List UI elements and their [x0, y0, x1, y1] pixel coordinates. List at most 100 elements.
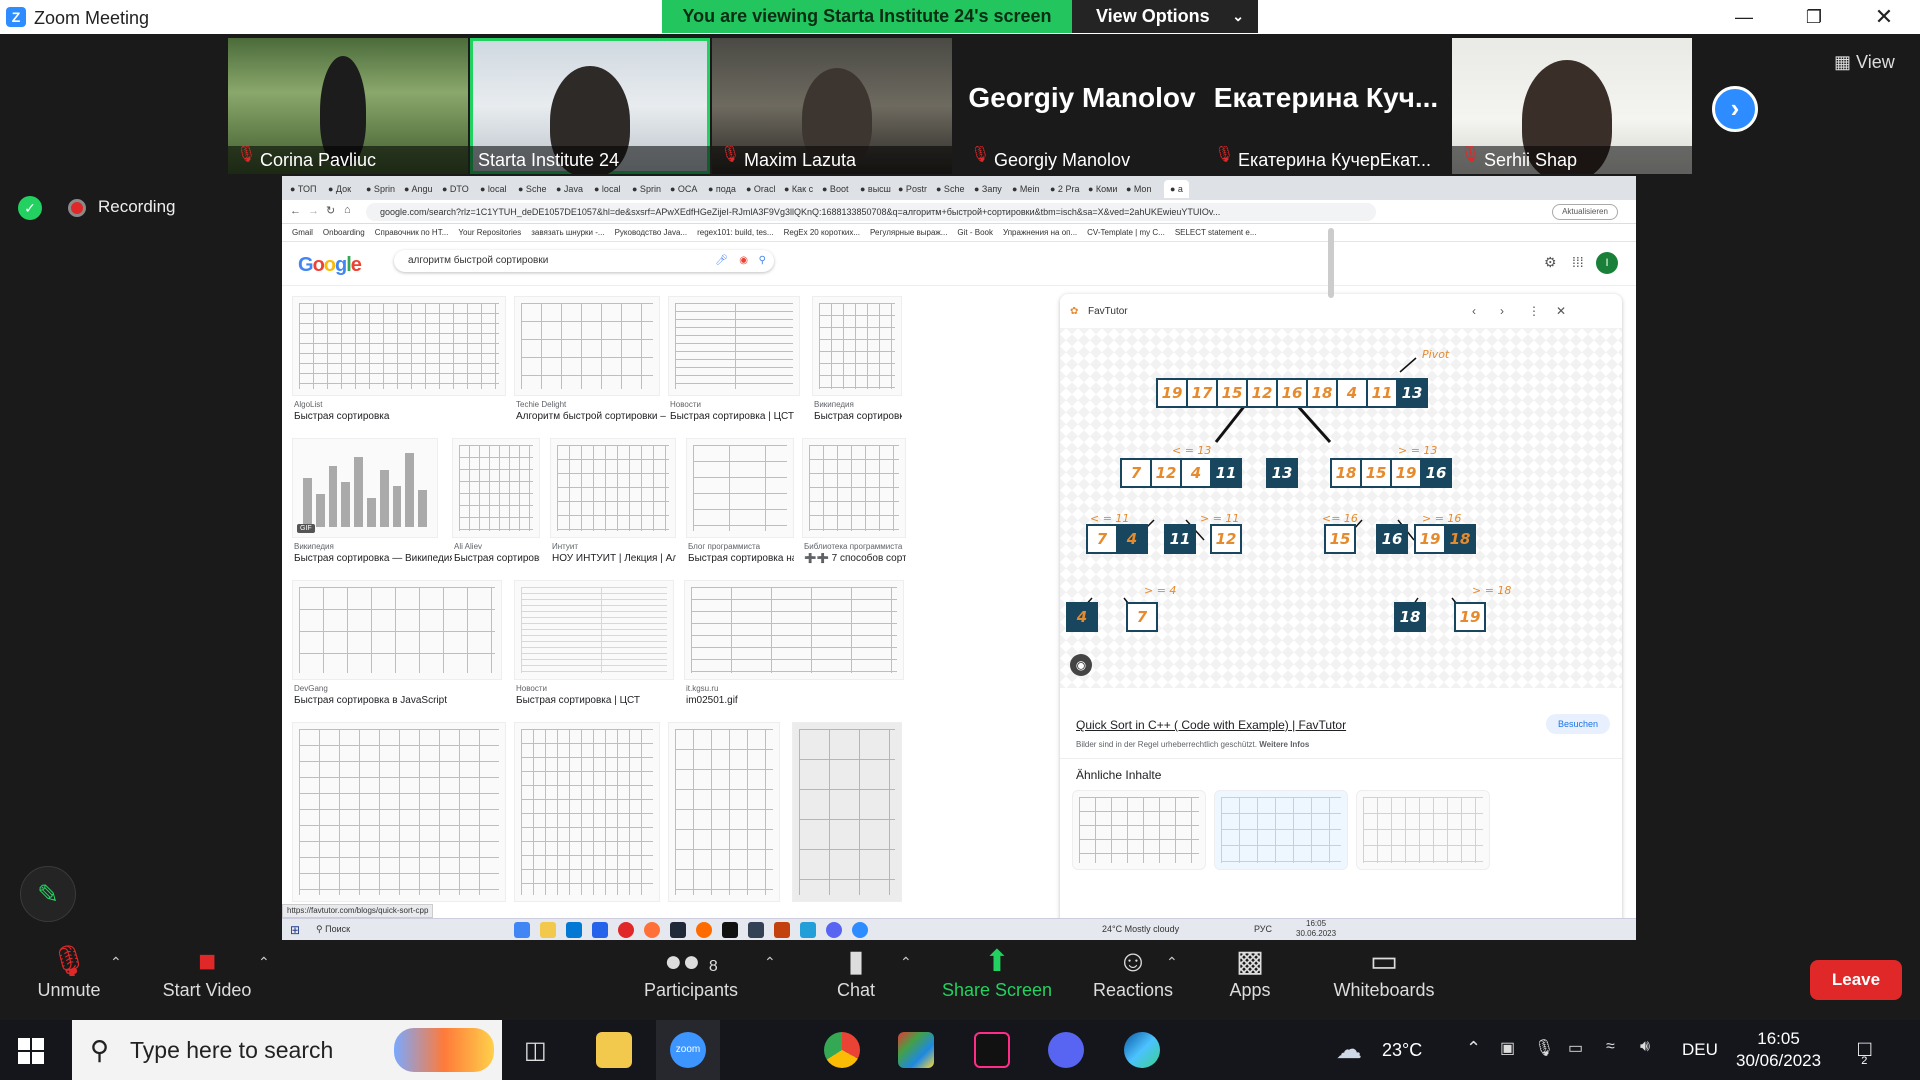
browser-tab[interactable]: ● Angu [404, 180, 432, 198]
reactions-caret-icon[interactable]: ⌃ [1166, 954, 1178, 971]
lens-icon[interactable]: ◉ [739, 250, 748, 272]
image-result[interactable]: Ali Aliev Быстрая сортировк... [452, 438, 540, 568]
url-field[interactable]: google.com/search?rlz=1C1YTUH_deDE1057DE… [366, 203, 1376, 221]
google-search-input[interactable]: алгоритм быстрой сортировки 🎤︎ ◉ ⚲ [394, 250, 774, 272]
similar-thumbnail[interactable] [1072, 790, 1206, 870]
bookmark-item[interactable]: Руководство Java... [615, 224, 688, 242]
microphone-icon[interactable]: 🎙︎ [1534, 1038, 1554, 1058]
shared-search[interactable]: ⚲ Поиск [316, 924, 350, 935]
image-result[interactable] [292, 722, 506, 902]
annotate-pencil-icon[interactable]: ✎ [20, 866, 76, 922]
similar-thumbnail[interactable] [1214, 790, 1348, 870]
browser-tab[interactable]: ● Boot [822, 180, 848, 198]
image-result[interactable]: Новости Быстрая сортировка | ЦСТ [514, 580, 674, 710]
image-result[interactable] [792, 722, 902, 902]
security-shield-icon[interactable]: ✓ [18, 196, 42, 220]
minimize-icon[interactable]: — [1724, 4, 1764, 30]
chat-button[interactable]: ▮ Chat [826, 940, 886, 1020]
search-icon[interactable]: ⚲ [759, 250, 766, 272]
language-indicator[interactable]: DEU [1682, 1040, 1718, 1060]
image-result[interactable]: Новости Быстрая сортировка | ЦСТ [668, 296, 800, 426]
image-result[interactable]: AlgoList Быстрая сортировка [292, 296, 506, 426]
apps-button[interactable]: ▩ Apps [1220, 940, 1280, 1020]
account-avatar[interactable]: I [1596, 252, 1618, 274]
visit-button[interactable]: Besuchen [1546, 714, 1610, 734]
apps-grid-icon[interactable]: ⁞⁞⁞ [1572, 254, 1584, 270]
browser-tab[interactable]: ● ТОП [290, 180, 317, 198]
prev-icon[interactable]: ‹ [1472, 304, 1476, 318]
image-result[interactable]: Блог программиста Быстрая сортировка на … [686, 438, 794, 568]
bookmark-item[interactable]: Справочник по HT... [375, 224, 449, 242]
opera-icon[interactable] [618, 922, 634, 938]
file-explorer-icon[interactable] [596, 1032, 632, 1068]
discord-icon[interactable] [826, 922, 842, 938]
image-result[interactable]: Библиотека программиста ➕➕ 7 способов со… [802, 438, 906, 568]
participant-tile[interactable]: 🎙︎ Serhii Shap [1452, 38, 1692, 174]
scrollbar-thumb[interactable] [1328, 228, 1334, 298]
restore-icon[interactable]: ❐ [1794, 4, 1834, 30]
next-icon[interactable]: › [1500, 304, 1504, 318]
browser-tab[interactable]: ● local [480, 180, 506, 198]
battery-icon[interactable]: ▭ [1568, 1038, 1583, 1058]
bookmark-item[interactable]: CV-Template | my C... [1087, 224, 1165, 242]
mail-icon[interactable] [592, 922, 608, 938]
browser-tab[interactable]: ● OCA [670, 180, 697, 198]
temperature[interactable]: 23°C [1382, 1040, 1422, 1061]
start-video-button[interactable]: ■ Start Video [152, 940, 262, 1020]
panel-source[interactable]: FavTutor [1088, 306, 1128, 317]
vs-icon[interactable] [748, 922, 764, 938]
image-result[interactable]: it.kgsu.ru im02501.gif [684, 580, 904, 710]
postman-icon[interactable] [696, 922, 712, 938]
browser-tab[interactable]: ● Oracl [746, 180, 775, 198]
intellij-icon[interactable] [974, 1032, 1010, 1068]
participants-button[interactable]: ●● 8 Participants [636, 940, 746, 1020]
notifications-icon[interactable]: □2 [1858, 1036, 1877, 1067]
bookmark-item[interactable]: RegEx 20 коротких... [784, 224, 860, 242]
taskbar-search[interactable]: ⚲ Type here to search [72, 1020, 502, 1080]
participant-tile[interactable]: Екатерина Куч... 🎙︎ Екатерина КучерЕкат..… [1206, 38, 1446, 174]
browser-tab[interactable]: ● Java [556, 180, 583, 198]
image-result[interactable]: Интуит НОУ ИНТУИТ | Лекция | Алго... [550, 438, 676, 568]
next-page-arrow-icon[interactable]: › [1712, 86, 1758, 132]
view-button[interactable]: ▦ View [1834, 52, 1895, 73]
whiteboards-button[interactable]: ▭ Whiteboards [1326, 940, 1442, 1020]
browser-tab[interactable]: ● высш [860, 180, 891, 198]
telegram-icon[interactable] [800, 922, 816, 938]
browser-tab[interactable]: ● Коми [1088, 180, 1117, 198]
browser-tab[interactable]: ● Док [328, 180, 351, 198]
image-result[interactable]: Википедия Быстрая сортировк... [812, 296, 902, 426]
panel-title-link[interactable]: Quick Sort in C++ ( Code with Example) |… [1076, 718, 1346, 732]
update-button[interactable]: Aktualisieren [1552, 204, 1618, 220]
task-view-icon[interactable]: ◫ [524, 1036, 547, 1065]
view-options-button[interactable]: View Options ⌄ [1072, 0, 1258, 33]
bookmark-item[interactable]: regex101: build, tes... [697, 224, 774, 242]
app-icon[interactable] [670, 922, 686, 938]
browser-tab[interactable]: ● local [594, 180, 620, 198]
taskbar-clock[interactable]: 16:05 30/06/2023 [1736, 1028, 1821, 1072]
folder-icon[interactable] [540, 922, 556, 938]
forward-icon[interactable]: → [308, 205, 319, 217]
chrome-icon[interactable] [514, 922, 530, 938]
settings-gear-icon[interactable]: ⚙ [1544, 254, 1557, 271]
close-panel-icon[interactable]: ✕ [1556, 304, 1566, 318]
lens-search-icon[interactable]: ◉ [1070, 654, 1092, 676]
participant-tile[interactable]: 🎙︎ Maxim Lazuta [712, 38, 952, 174]
participant-tile[interactable]: 🎙︎ Corina Pavliuc [228, 38, 468, 174]
bookmark-item[interactable]: завязать шнурки -... [531, 224, 604, 242]
zoom-icon[interactable] [852, 922, 868, 938]
store-icon[interactable] [566, 922, 582, 938]
google-logo[interactable]: Google [298, 254, 362, 277]
browser-tab[interactable]: ● Sche [936, 180, 964, 198]
bookmark-item[interactable]: Your Repositories [458, 224, 521, 242]
unmute-button[interactable]: 🎙︎ Unmute [26, 940, 112, 1020]
image-result[interactable] [514, 722, 660, 902]
browser-tab[interactable]: ● 2 Pra [1050, 180, 1079, 198]
voice-search-icon[interactable]: 🎤︎ [715, 250, 728, 272]
audio-options-caret-icon[interactable]: ⌃ [110, 954, 122, 971]
volume-icon[interactable]: 🔊︎ [1640, 1038, 1650, 1056]
app-icon[interactable] [898, 1032, 934, 1068]
browser-tab[interactable]: ● Sche [518, 180, 546, 198]
more-icon[interactable]: ⋮ [1528, 304, 1540, 318]
more-info-link[interactable]: Weitere Infos [1259, 740, 1309, 749]
image-result[interactable] [668, 722, 780, 902]
